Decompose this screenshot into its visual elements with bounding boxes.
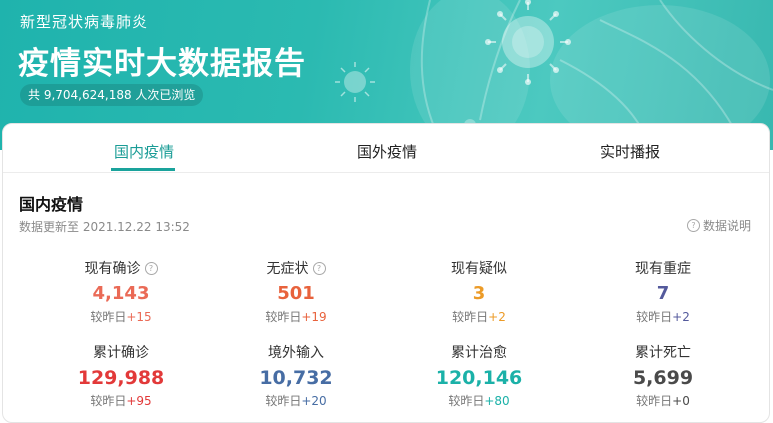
stat-value: 4,143 (92, 283, 150, 304)
stat-value: 5,699 (632, 367, 694, 389)
delta-label: 较昨日 (636, 310, 673, 324)
delta-label: 较昨日 (448, 394, 485, 408)
tab-domestic[interactable]: 国内疫情 (114, 141, 174, 162)
stat-label-row: 累计治愈 (389, 343, 569, 361)
stat-label: 现有重症 (635, 261, 691, 277)
stat-delta-row: 较昨日+19 (206, 308, 386, 325)
delta-value: +80 (484, 394, 510, 408)
section-title: 国内疫情 (19, 195, 84, 214)
banner-title: 疫情实时大数据报告 (18, 46, 306, 82)
stat-label-row: 境外输入 (206, 343, 386, 361)
stat-delta-row: 较昨日+0 (573, 392, 753, 409)
stat-label: 累计确诊 (93, 345, 149, 361)
stat-label-row: 无症状? (206, 259, 386, 277)
stat-label-row: 累计确诊 (31, 343, 211, 361)
delta-value: +95 (126, 394, 152, 408)
stat-label-row: 现有重症 (573, 259, 753, 277)
help-icon: ? (686, 219, 700, 232)
view-count-badge: 共 9,704,624,188 人次已浏览 (20, 84, 204, 106)
delta-value: +19 (301, 310, 327, 324)
data-explanation-link[interactable]: ? 数据说明 (686, 217, 751, 234)
stat-block: 无症状? 501 较昨日+19 (206, 259, 386, 325)
stat-delta-row: 较昨日+95 (31, 392, 211, 409)
stat-delta-row: 较昨日+2 (389, 308, 569, 325)
stat-delta-row: 较昨日+15 (31, 308, 211, 325)
tab-bar: 国内疫情 国外疫情 实时播报 (3, 124, 769, 173)
help-icon[interactable]: ? (144, 261, 158, 275)
stat-value: 120,146 (435, 367, 523, 389)
stat-value: 129,988 (77, 367, 165, 389)
delta-label: 较昨日 (265, 394, 302, 408)
update-timestamp: 数据更新至 2021.12.22 13:52 (19, 220, 190, 234)
stat-value: 7 (656, 283, 670, 304)
stat-delta-row: 较昨日+2 (573, 308, 753, 325)
stat-label: 现有确诊 (84, 261, 141, 277)
stat-label: 累计治愈 (451, 345, 507, 361)
delta-value: +2 (672, 310, 690, 324)
stat-value: 10,732 (259, 367, 333, 389)
stat-block: 累计治愈 120,146 较昨日+80 (389, 343, 569, 409)
stat-block: 现有确诊? 4,143 较昨日+15 (31, 259, 211, 325)
delta-label: 较昨日 (90, 310, 127, 324)
stat-value: 501 (277, 283, 315, 304)
data-explanation-label: 数据说明 (702, 219, 751, 233)
tab-live-news[interactable]: 实时播报 (600, 141, 660, 162)
delta-label: 较昨日 (636, 394, 673, 408)
active-tab-indicator (111, 168, 175, 171)
delta-label: 较昨日 (265, 310, 302, 324)
stat-block: 现有重症 7 较昨日+2 (573, 259, 753, 325)
stat-block: 境外输入 10,732 较昨日+20 (206, 343, 386, 409)
delta-value: +20 (301, 394, 327, 408)
stat-label-row: 现有疑似 (389, 259, 569, 277)
delta-value: +0 (672, 394, 690, 408)
tab-overseas[interactable]: 国外疫情 (357, 141, 417, 162)
stat-block: 累计确诊 129,988 较昨日+95 (31, 343, 211, 409)
stat-block: 现有疑似 3 较昨日+2 (389, 259, 569, 325)
help-icon[interactable]: ? (312, 261, 326, 275)
stat-label-row: 累计死亡 (573, 343, 753, 361)
delta-value: +15 (126, 310, 152, 324)
delta-label: 较昨日 (452, 310, 489, 324)
stat-label-row: 现有确诊? (31, 259, 211, 277)
stat-label: 现有疑似 (451, 261, 507, 277)
stat-label: 无症状 (266, 261, 309, 277)
virus-icon-small (335, 62, 375, 102)
stat-value: 3 (472, 283, 486, 304)
stats-card: 国内疫情 国外疫情 实时播报 国内疫情 数据更新至 2021.12.22 13:… (2, 123, 770, 423)
delta-value: +2 (488, 310, 506, 324)
stat-label: 累计死亡 (635, 345, 691, 361)
stat-label: 境外输入 (268, 345, 324, 361)
banner-subtitle: 新型冠状病毒肺炎 (20, 13, 149, 31)
stat-delta-row: 较昨日+80 (389, 392, 569, 409)
stat-block: 累计死亡 5,699 较昨日+0 (573, 343, 753, 409)
delta-label: 较昨日 (90, 394, 127, 408)
stat-delta-row: 较昨日+20 (206, 392, 386, 409)
